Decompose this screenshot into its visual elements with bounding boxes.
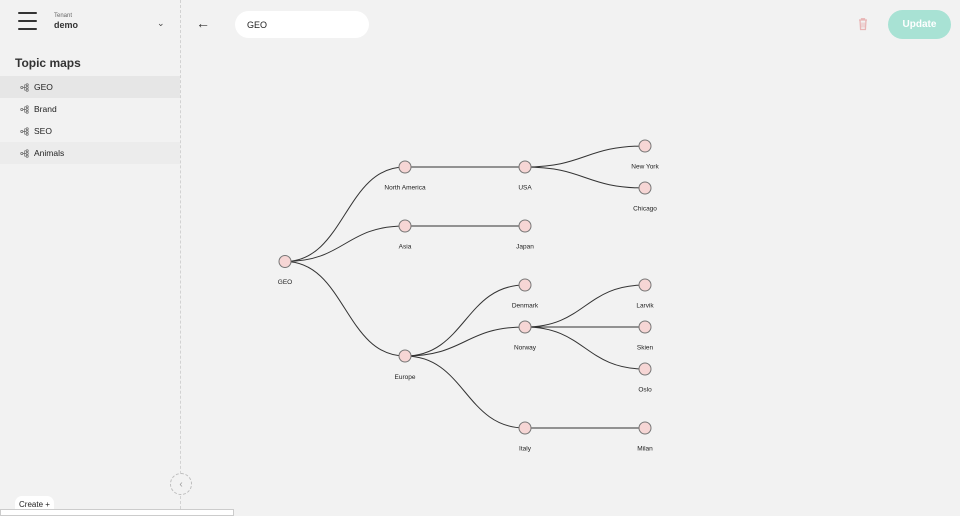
topic-map-item-brand[interactable]: Brand <box>0 98 180 120</box>
node-label: GEO <box>278 279 292 286</box>
node-north-america[interactable]: North America <box>384 160 426 192</box>
node-label: Milan <box>637 446 653 453</box>
topic-map-item-animals[interactable]: Animals <box>0 142 180 164</box>
node-asia[interactable]: Asia <box>398 219 412 251</box>
topic-map-label: Brand <box>34 104 57 114</box>
topic-map-item-seo[interactable]: SEO <box>0 120 180 142</box>
node-label: North America <box>384 185 426 192</box>
node-label: Larvik <box>636 303 654 310</box>
tree-edges <box>284 145 646 429</box>
node-geo[interactable]: GEO <box>278 255 292 287</box>
node-milan[interactable]: Milan <box>637 421 653 453</box>
back-button[interactable]: ← <box>196 15 210 31</box>
node-denmark[interactable]: Denmark <box>512 278 539 310</box>
node-chicago[interactable]: Chicago <box>633 181 657 213</box>
topic-map-label: SEO <box>34 126 52 136</box>
node-label: Skien <box>637 345 654 352</box>
update-button[interactable]: Update <box>888 10 951 39</box>
node-norway[interactable]: Norway <box>514 320 537 352</box>
topic-map-icon <box>20 82 29 92</box>
topic-map-icon <box>20 148 29 158</box>
node-label: Norway <box>514 345 537 352</box>
arrow-left-icon: ← <box>196 15 210 31</box>
chevron-down-icon[interactable]: ⌄ <box>157 18 165 29</box>
node-label: Oslo <box>638 387 652 394</box>
topic-map-list: GEO Brand SEO Animals <box>0 76 180 164</box>
node-japan[interactable]: Japan <box>516 219 534 251</box>
node-europe[interactable]: Europe <box>395 349 416 381</box>
node-label: Denmark <box>512 303 539 310</box>
node-label: Italy <box>519 446 532 453</box>
node-skien[interactable]: Skien <box>637 320 654 352</box>
topic-map-title-input[interactable] <box>235 11 369 38</box>
node-usa[interactable]: USA <box>518 160 532 192</box>
node-larvik[interactable]: Larvik <box>636 278 654 310</box>
topic-maps-heading: Topic maps <box>15 56 81 70</box>
tenant-name[interactable]: demo <box>54 20 78 30</box>
menu-icon[interactable] <box>18 12 37 30</box>
sidebar: Tenant demo ⌄ Topic maps GEO Brand SEO A… <box>0 0 234 516</box>
node-label: USA <box>518 185 532 192</box>
topic-map-label: Animals <box>34 148 65 158</box>
node-label: New York <box>631 164 659 171</box>
node-label: Europe <box>395 374 416 381</box>
topic-map-icon <box>20 126 29 136</box>
topic-map-label: GEO <box>34 82 53 92</box>
node-oslo[interactable]: Oslo <box>638 362 652 394</box>
node-label: Chicago <box>633 206 657 213</box>
topic-map-canvas: GEO North America Asia Europe USA Japan … <box>278 139 659 453</box>
node-new-york[interactable]: New York <box>631 139 659 171</box>
trash-icon[interactable] <box>855 16 871 32</box>
node-label: Japan <box>516 244 534 251</box>
topic-map-icon <box>20 104 29 114</box>
tenant-label: Tenant <box>54 13 73 19</box>
node-italy[interactable]: Italy <box>518 421 532 453</box>
node-label: Asia <box>399 244 412 251</box>
topic-map-item-geo[interactable]: GEO <box>0 76 180 98</box>
